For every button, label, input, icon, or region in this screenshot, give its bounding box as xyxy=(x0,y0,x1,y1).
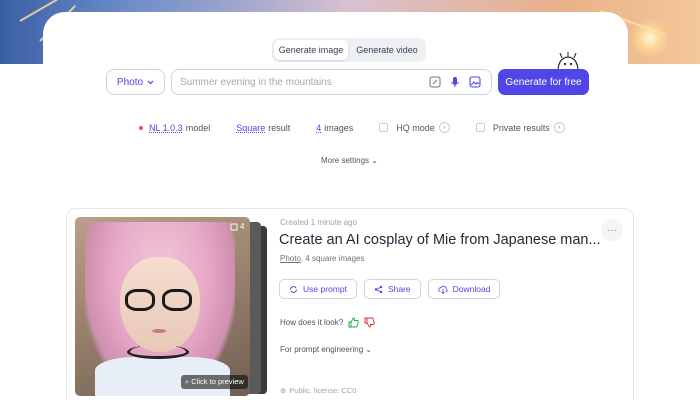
model-option[interactable]: NL 1.0.3 model xyxy=(139,123,210,133)
created-time: Created 1 minute ago xyxy=(280,218,357,227)
use-prompt-label: Use prompt xyxy=(303,284,347,294)
feedback-label: How does it look? xyxy=(280,318,344,327)
aspect-value[interactable]: Square xyxy=(236,123,265,133)
result-actions: Use prompt Share Download xyxy=(279,279,501,299)
share-icon xyxy=(374,285,383,293)
glasses-right-lens xyxy=(162,289,192,311)
result-subtitle: Photo, 4 square images xyxy=(280,254,365,263)
image-upload-icon[interactable] xyxy=(467,74,483,90)
banner-glow xyxy=(630,18,670,58)
engineering-label: For prompt engineering xyxy=(280,345,364,354)
prompt-box xyxy=(171,69,492,95)
image-count: 4 xyxy=(240,222,245,231)
thumbs-down-icon[interactable] xyxy=(364,317,375,328)
glasses-left-lens xyxy=(125,289,155,311)
model-value[interactable]: NL 1.0.3 xyxy=(149,123,183,133)
mode-toggle: Generate image Generate video xyxy=(272,38,426,62)
more-settings-button[interactable]: More settings ⌄ xyxy=(321,156,378,165)
aspect-suffix: result xyxy=(268,122,291,133)
use-prompt-button[interactable]: Use prompt xyxy=(279,279,357,299)
hq-option[interactable]: HQ mode › xyxy=(379,122,450,133)
microphone-icon[interactable] xyxy=(447,74,463,90)
download-label: Download xyxy=(452,284,491,294)
aspect-option[interactable]: Square result xyxy=(236,123,290,133)
tab-generate-video[interactable]: Generate video xyxy=(350,40,424,60)
model-suffix: model xyxy=(185,122,211,133)
result-detail: , 4 square images xyxy=(300,254,365,263)
thumbs-up-icon[interactable] xyxy=(348,317,359,328)
click-to-preview[interactable]: ⌕ Click to preview xyxy=(181,375,248,389)
prompt-engineering-toggle[interactable]: For prompt engineering ⌄ xyxy=(280,345,372,354)
chevron-down-icon: ⌄ xyxy=(371,156,378,165)
result-title: Create an AI cosplay of Mie from Japanes… xyxy=(279,232,601,248)
chevron-down-icon xyxy=(147,80,154,84)
download-button[interactable]: Download xyxy=(427,279,501,299)
result-type-link[interactable]: Photo xyxy=(280,254,301,263)
private-label: Private results xyxy=(492,122,550,133)
thumbnail-mouth xyxy=(152,329,166,333)
tab-generate-image[interactable]: Generate image xyxy=(274,40,348,60)
thumbnail-face xyxy=(120,257,200,352)
share-button[interactable]: Share xyxy=(363,279,421,299)
license-info: ⊕ Public, license: CC0 xyxy=(280,386,356,395)
private-option[interactable]: Private results › xyxy=(475,122,565,133)
prompt-row: Photo Generate for free xyxy=(106,69,589,95)
result-thumbnail[interactable] xyxy=(75,217,250,396)
prompt-input[interactable] xyxy=(180,76,423,88)
type-select[interactable]: Photo xyxy=(106,69,165,95)
hq-label: HQ mode xyxy=(396,122,435,133)
count-option[interactable]: 4 images xyxy=(316,123,353,133)
hq-checkbox[interactable] xyxy=(379,123,389,132)
type-select-label: Photo xyxy=(116,76,144,88)
generate-button[interactable]: Generate for free xyxy=(498,69,589,95)
count-value[interactable]: 4 xyxy=(316,123,321,133)
more-settings-label: More settings xyxy=(321,156,370,165)
image-count-badge: 4 xyxy=(230,222,244,231)
generation-options: NL 1.0.3 model Square result 4 images HQ… xyxy=(139,122,591,133)
thumbnail-collar xyxy=(127,345,189,359)
refresh-icon xyxy=(290,285,297,293)
feedback-row: How does it look? xyxy=(280,317,375,328)
share-label: Share xyxy=(387,284,411,294)
info-icon[interactable]: › xyxy=(438,122,450,133)
private-checkbox[interactable] xyxy=(475,123,485,132)
model-dot-icon xyxy=(139,125,143,130)
chevron-down-icon: ⌄ xyxy=(365,345,373,354)
license-label: Public, license: CC0 xyxy=(289,386,357,395)
download-icon xyxy=(437,285,448,294)
count-suffix: images xyxy=(324,122,354,133)
images-icon xyxy=(230,223,238,230)
globe-icon: ⊕ xyxy=(280,386,287,395)
info-icon[interactable]: › xyxy=(553,122,565,133)
more-options-button[interactable]: ··· xyxy=(601,219,623,241)
magic-wand-icon[interactable] xyxy=(427,74,443,90)
preview-label: Click to preview xyxy=(191,377,244,386)
